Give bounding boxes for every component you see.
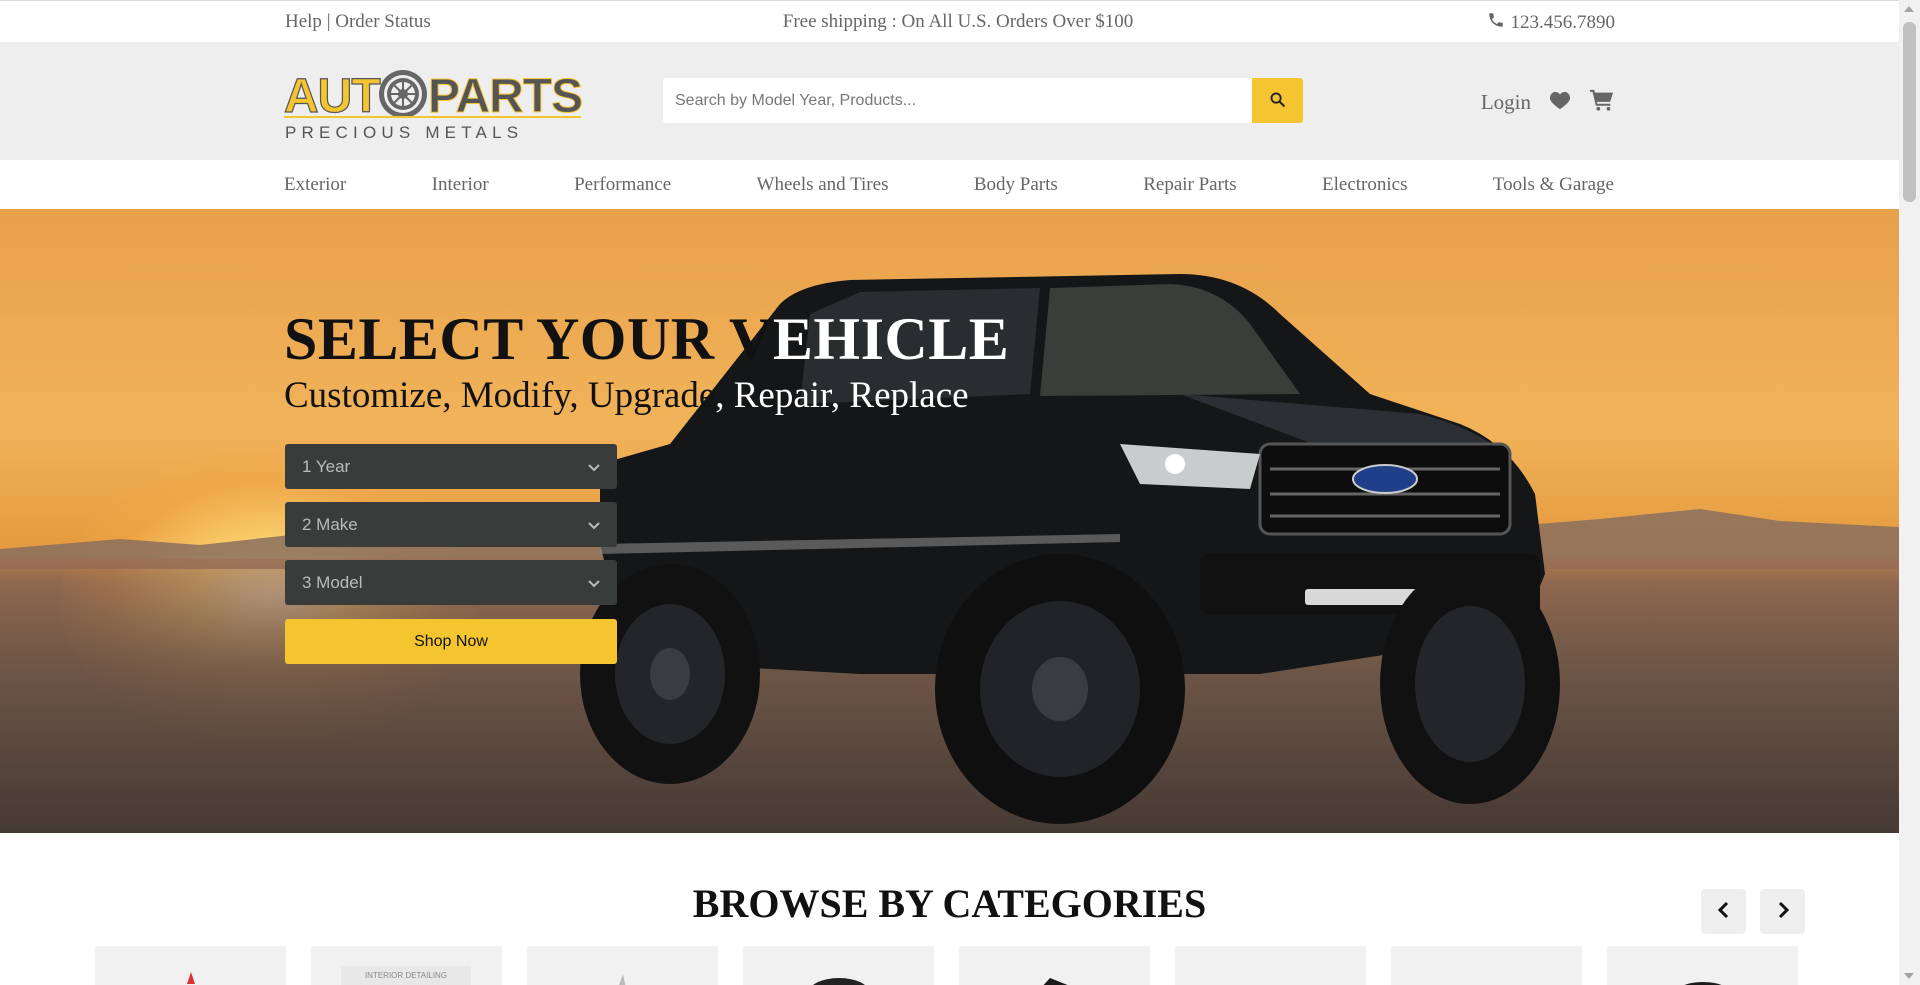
site-logo[interactable]: AUT PARTS PRECIOUS METALS xyxy=(283,66,584,146)
phone-contact[interactable]: 123.456.7890 xyxy=(1487,11,1616,35)
nav-item-electronics[interactable]: Electronics xyxy=(1322,160,1407,209)
category-card[interactable] xyxy=(743,946,934,985)
category-card[interactable] xyxy=(1607,946,1798,985)
top-bar: Free shipping : On All U.S. Orders Over … xyxy=(0,0,1899,43)
search-bar xyxy=(663,78,1303,123)
category-card[interactable]: INTERIOR DETAILING xyxy=(311,946,502,985)
category-card[interactable] xyxy=(1175,946,1366,985)
hero-title: SELECT YOUR VEHICLE xyxy=(284,305,1009,374)
carousel-next-button[interactable] xyxy=(1760,889,1805,934)
model-select[interactable]: 3 Model xyxy=(285,560,617,605)
separator: | xyxy=(326,11,331,32)
login-link[interactable]: Login xyxy=(1481,90,1531,115)
carousel-prev-button[interactable] xyxy=(1701,889,1746,934)
shop-now-button[interactable]: Shop Now xyxy=(285,619,617,664)
search-input[interactable] xyxy=(663,78,1252,123)
svg-text:PARTS: PARTS xyxy=(428,70,582,123)
scrollbar-thumb[interactable] xyxy=(1903,22,1916,202)
page-scrollbar[interactable] xyxy=(1899,0,1920,985)
category-card[interactable] xyxy=(95,946,286,985)
chevron-right-icon xyxy=(1776,901,1790,922)
site-header: AUT PARTS PRECIOUS METALS Search by Mode… xyxy=(0,42,1899,160)
category-thumbnail xyxy=(1452,970,1522,985)
category-card[interactable] xyxy=(959,946,1150,985)
phone-number: 123.456.7890 xyxy=(1510,12,1616,33)
category-thumbnail xyxy=(1683,982,1722,985)
category-cards: INTERIOR DETAILING xyxy=(95,946,1805,985)
category-thumbnail xyxy=(812,978,865,985)
category-card-label: INTERIOR DETAILING xyxy=(341,966,471,985)
svg-text:PRECIOUS METALS: PRECIOUS METALS xyxy=(285,123,523,142)
nav-item-wheels-and-tires[interactable]: Wheels and Tires xyxy=(757,160,889,209)
category-thumbnail xyxy=(618,974,625,985)
hero-subtitle-light: , Repair, Replace xyxy=(715,375,969,416)
chevron-down-icon xyxy=(588,457,600,477)
svg-text:AUT: AUT xyxy=(284,70,380,123)
hero-subtitle: Customize, Modify, Upgrade, Repair, Repl… xyxy=(284,374,969,417)
category-nav: Exterior Interior Performance Wheels and… xyxy=(0,160,1899,209)
category-thumbnail xyxy=(186,972,195,984)
categories-title: BROWSE BY CATEGORIES xyxy=(692,881,1207,926)
make-select[interactable]: 2 Make xyxy=(285,502,617,547)
cart-icon[interactable] xyxy=(1589,88,1615,117)
nav-item-tools-garage[interactable]: Tools & Garage xyxy=(1493,160,1614,209)
year-select-value: 1 Year xyxy=(302,456,351,476)
category-card[interactable] xyxy=(1391,946,1582,985)
category-thumbnail xyxy=(1043,978,1067,985)
nav-item-exterior[interactable]: Exterior xyxy=(284,160,346,209)
help-link[interactable]: Help xyxy=(285,11,322,32)
year-select[interactable]: 1 Year xyxy=(285,444,617,489)
page: Free shipping : On All U.S. Orders Over … xyxy=(0,0,1899,985)
search-button[interactable] xyxy=(1252,78,1303,123)
chevron-down-icon xyxy=(588,573,600,593)
hero-subtitle-dark: Customize, Modify, Upgrade xyxy=(284,375,716,416)
nav-item-body-parts[interactable]: Body Parts xyxy=(974,160,1058,209)
nav-item-performance[interactable]: Performance xyxy=(574,160,671,209)
phone-icon xyxy=(1487,11,1505,35)
make-select-value: 2 Make xyxy=(302,514,358,534)
nav-item-interior[interactable]: Interior xyxy=(432,160,489,209)
nav-item-repair-parts[interactable]: Repair Parts xyxy=(1143,160,1236,209)
order-status-link[interactable]: Order Status xyxy=(335,11,431,32)
hero-title-dark: SELECT YOUR V xyxy=(284,306,773,372)
category-card[interactable] xyxy=(527,946,718,985)
hero-title-light: EHICLE xyxy=(772,306,1010,372)
search-icon xyxy=(1269,91,1286,111)
hero-banner: SELECT YOUR VEHICLE Customize, Modify, U… xyxy=(0,209,1899,833)
model-select-value: 3 Model xyxy=(302,572,363,592)
chevron-left-icon xyxy=(1717,901,1731,922)
help-links: Help | Order Status xyxy=(285,11,431,33)
heart-icon[interactable] xyxy=(1549,90,1571,115)
chevron-down-icon xyxy=(588,515,600,535)
scroll-down-arrow[interactable] xyxy=(1904,973,1914,979)
header-actions: Login xyxy=(1481,88,1615,117)
scroll-up-arrow[interactable] xyxy=(1904,6,1914,12)
category-thumbnail xyxy=(1236,970,1306,985)
